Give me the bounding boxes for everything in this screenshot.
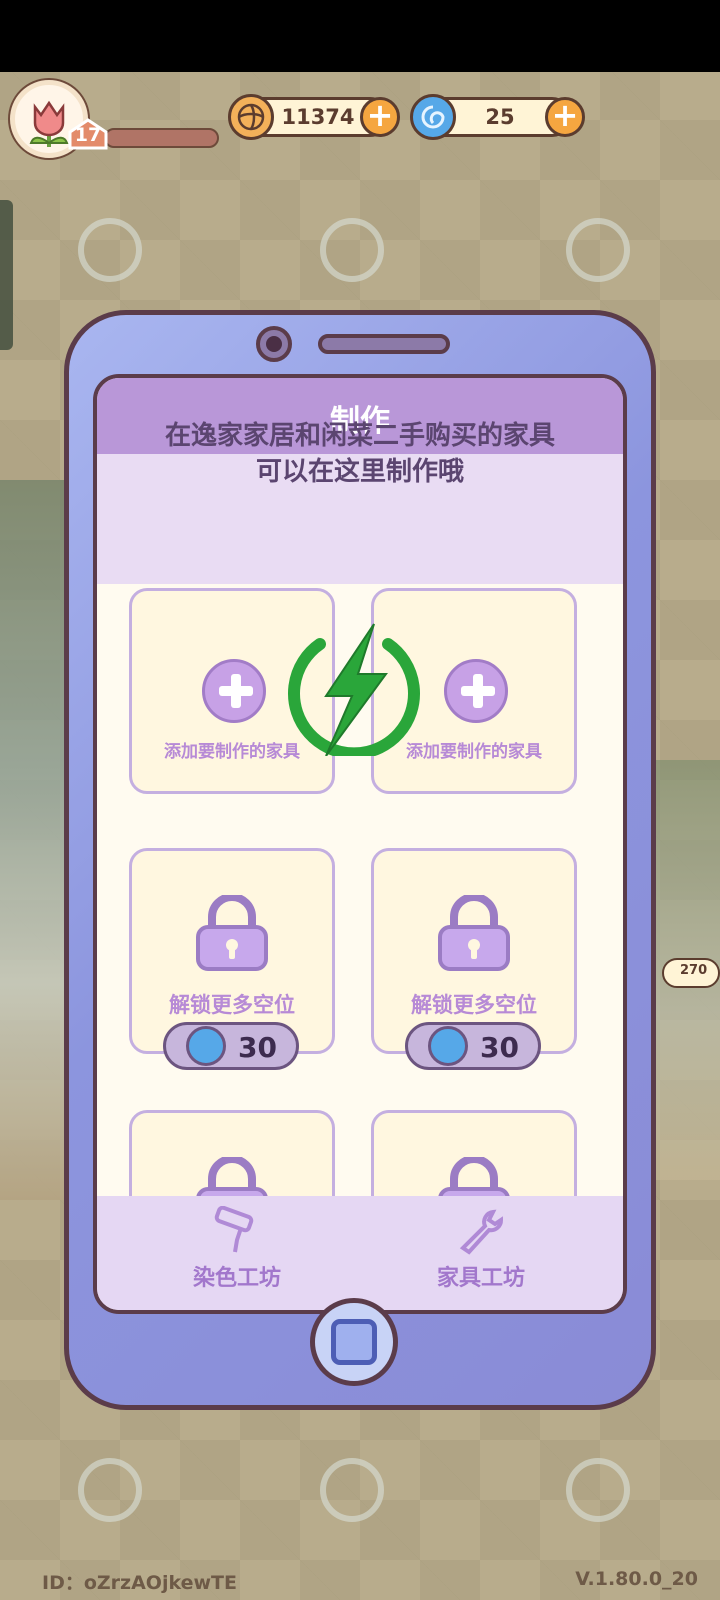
locked-slot-label: 解锁更多空位	[411, 993, 537, 1017]
sun-pattern-icon	[566, 1458, 630, 1522]
sun-pattern-icon	[78, 1458, 142, 1522]
tab-dye-workshop[interactable]: 染色工坊	[157, 1196, 317, 1306]
sun-pattern-icon	[320, 1458, 384, 1522]
unlock-cost-button-1[interactable]: 30	[163, 1022, 299, 1070]
locked-slot-label: 解锁更多空位	[169, 993, 295, 1017]
phone-speaker	[318, 334, 450, 354]
unlock-cost: 30	[480, 1031, 519, 1064]
tab-dye-workshop-label: 染色工坊	[192, 1266, 281, 1291]
player-id: ID：oZrzAOjkewTE	[42, 1572, 237, 1594]
status-bar	[0, 0, 720, 72]
workshop-tab-bar: 染色工坊 家具工坊	[97, 1196, 623, 1310]
game-version: V.1.80.0_20	[575, 1568, 698, 1590]
side-drawer-handle[interactable]	[0, 200, 13, 350]
sun-pattern-icon	[566, 218, 630, 282]
panel-description: 在逸家家居和闲菜二手购买的家具 可以在这里制作哦	[117, 418, 603, 490]
tab-furniture-workshop-label: 家具工坊	[436, 1266, 525, 1291]
unlock-cost: 30	[238, 1031, 277, 1064]
padlock-icon	[196, 895, 268, 971]
description-line-2: 可以在这里制作哦	[255, 457, 464, 487]
experience-bar	[104, 128, 219, 148]
mailbox-count: 270	[680, 963, 708, 978]
crafting-panel: 制作 在逸家家居和闲菜二手购买的家具 可以在这里制作哦 添加要制作的家具 添加要…	[93, 374, 627, 1314]
description-line-1: 在逸家家居和闲菜二手购买的家具	[164, 421, 555, 451]
add-gems-button[interactable]: +	[545, 97, 585, 137]
add-coins-button[interactable]: +	[360, 97, 400, 137]
blue-swirl-icon	[410, 94, 456, 140]
wrench-icon	[459, 1209, 503, 1255]
blue-swirl-icon	[186, 1026, 226, 1066]
tab-furniture-workshop[interactable]: 家具工坊	[401, 1196, 561, 1306]
coin-amount: 11374	[281, 105, 355, 129]
blue-swirl-icon	[428, 1026, 468, 1066]
plus-icon	[202, 659, 266, 723]
gem-amount: 25	[485, 105, 515, 129]
paint-roller-icon	[214, 1206, 254, 1253]
sun-pattern-icon	[78, 218, 142, 282]
player-level: 17	[74, 124, 102, 146]
sun-pattern-icon	[320, 218, 384, 282]
home-square-icon	[331, 1319, 377, 1365]
phone-camera-lens	[266, 336, 282, 352]
unlock-cost-button-2[interactable]: 30	[405, 1022, 541, 1070]
padlock-icon	[438, 895, 510, 971]
plus-icon	[444, 659, 508, 723]
lightning-loading-icon	[288, 623, 420, 756]
